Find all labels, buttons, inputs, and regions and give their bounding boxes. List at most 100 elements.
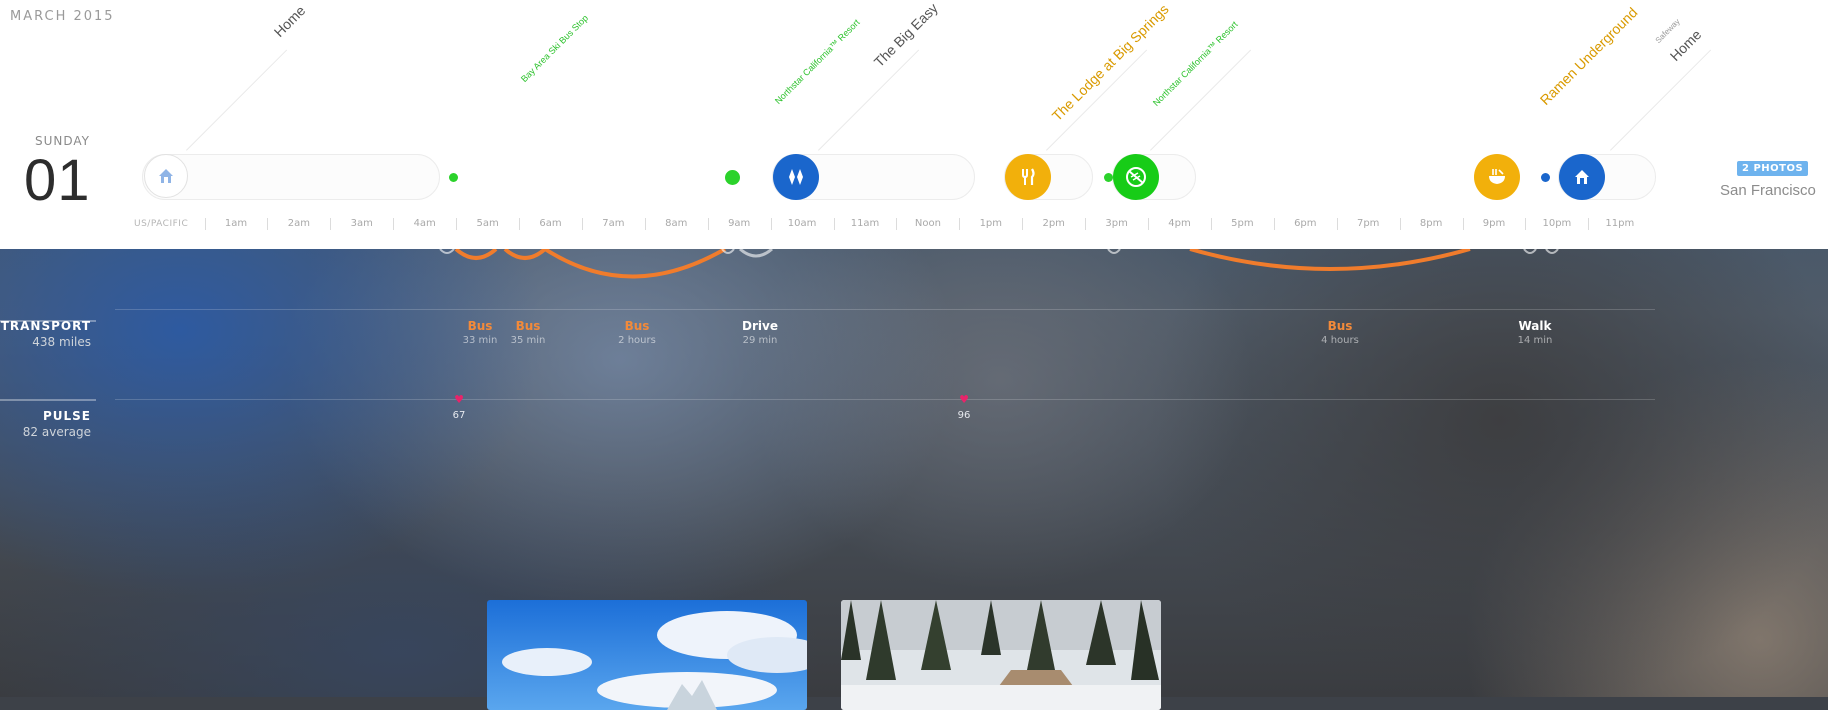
hour-tick (267, 218, 269, 230)
hour-tick (581, 218, 583, 230)
fork-knife-icon (1017, 166, 1039, 188)
hour-label: 6am (539, 218, 562, 229)
hour-label: 1am (224, 218, 248, 229)
hour-label: 6pm (1294, 218, 1317, 229)
sky-photo-image (487, 600, 807, 710)
photo-thumbnail-sky[interactable] (487, 600, 807, 710)
hour-tick (1525, 218, 1527, 230)
hour-tick (1148, 218, 1150, 230)
location-dot[interactable] (449, 173, 458, 182)
hour-label: 2pm (1042, 218, 1065, 229)
hour-label: Noon (914, 218, 941, 229)
hour-tick (330, 218, 332, 230)
hour-label: 5pm (1231, 218, 1254, 229)
hour-tick (644, 218, 646, 230)
pulse-row-line (115, 399, 1655, 400)
pin-ski-resort[interactable] (773, 154, 819, 200)
hour-label: 9pm (1482, 218, 1506, 229)
hour-label: 1pm (979, 218, 1003, 229)
hour-label: 3pm (1105, 218, 1128, 229)
hour-label: 10am (787, 218, 817, 229)
hour-tick (833, 218, 835, 230)
pin-home[interactable] (144, 154, 188, 198)
hour-label: 11pm (1605, 218, 1635, 229)
location-dot[interactable] (1541, 173, 1550, 182)
place-label-ramen[interactable]: Ramen Underground (1537, 4, 1641, 108)
trip-mode[interactable]: Bus (488, 319, 568, 333)
trip-duration: 14 min (1517, 335, 1553, 346)
hour-label: 11am (850, 218, 880, 229)
pulse-summary: 82 average (22, 425, 91, 439)
hour-tick (519, 218, 521, 230)
month-year: MARCH 2015 (10, 9, 115, 24)
location-city: San Francisco (1720, 182, 1816, 199)
trip-duration: 29 min (742, 335, 778, 346)
place-label-northstar-2[interactable]: Northstar California™ Resort (1151, 19, 1240, 108)
location-dot[interactable] (725, 170, 740, 185)
pin-ramen[interactable] (1474, 154, 1520, 200)
hour-label: 7am (602, 218, 625, 229)
pulse-reading: 67 (452, 410, 466, 421)
hour-label: 3am (350, 218, 373, 229)
hour-label: 7pm (1356, 218, 1380, 229)
hour-tick (1273, 218, 1275, 230)
trip-duration: 2 hours (618, 335, 656, 346)
weekday: SUNDAY (34, 134, 90, 148)
place-label-northstar[interactable]: Northstar California™ Resort (773, 17, 862, 106)
hour-tick (896, 218, 898, 230)
photos-badge[interactable]: 2 PHOTOS (1737, 161, 1809, 176)
place-leader-line (1610, 49, 1712, 151)
hour-label: 4pm (1168, 218, 1191, 229)
trip-mode[interactable]: Bus (597, 319, 677, 333)
home-icon (156, 166, 176, 186)
home-icon (1572, 167, 1592, 187)
hour-tick (1399, 218, 1401, 230)
heart-icon[interactable]: ♥ (449, 393, 469, 406)
timeline-header: MARCH 2015 SUNDAY 01 Home Bay Area Ski B… (0, 0, 1828, 249)
hour-tick (770, 218, 772, 230)
trip-duration: 35 min (510, 335, 546, 346)
hour-tick (1085, 218, 1087, 230)
hour-tick (1022, 218, 1024, 230)
hour-tick (1588, 218, 1590, 230)
lodge-photo-image (841, 600, 1161, 710)
hour-tick (204, 218, 206, 230)
hour-tick (707, 218, 709, 230)
trip-mode[interactable]: Bus (1300, 319, 1380, 333)
pin-ski-area[interactable] (1113, 154, 1159, 200)
ramen-icon (1486, 166, 1508, 188)
pin-home-2[interactable] (1559, 154, 1605, 200)
hour-tick (1336, 218, 1338, 230)
hour-label: 10pm (1542, 218, 1572, 229)
hour-tick (1210, 218, 1212, 230)
hour-label: 9am (728, 218, 751, 229)
hour-label: 8am (665, 218, 688, 229)
transport-arcs (439, 249, 1559, 279)
place-label-bus-stop[interactable]: Bay Area Ski Bus Stop (519, 13, 590, 84)
no-skiing-icon (1124, 165, 1148, 189)
place-label-home[interactable]: Home (271, 2, 309, 40)
hour-label: 8pm (1419, 218, 1443, 229)
photo-thumbnail-lodge[interactable] (841, 600, 1161, 710)
pulse-reading: 96 (957, 410, 971, 421)
transport-row-line (115, 309, 1655, 310)
hour-tick (959, 218, 961, 230)
trip-mode[interactable]: Walk (1495, 319, 1575, 333)
ski-lift-icon (785, 166, 807, 188)
hour-label: 5am (476, 218, 499, 229)
hour-tick (393, 218, 395, 230)
pin-restaurant[interactable] (1005, 154, 1051, 200)
place-label-lodge[interactable]: The Lodge at Big Springs (1049, 1, 1172, 124)
hour-tick (1462, 218, 1464, 230)
trip-duration: 4 hours (1321, 335, 1359, 346)
pulse-row-marker (0, 399, 96, 401)
location-dot[interactable] (1104, 173, 1113, 182)
place-leader-line (186, 49, 288, 151)
hour-label: 4am (413, 218, 436, 229)
place-label-big-easy[interactable]: The Big Easy (871, 0, 941, 70)
hour-label: 2am (287, 218, 310, 229)
transport-summary: 438 miles (32, 335, 91, 349)
heart-icon[interactable]: ♥ (954, 393, 974, 406)
trip-mode[interactable]: Drive (720, 319, 800, 333)
timezone-label: US/PACIFIC (134, 219, 189, 229)
